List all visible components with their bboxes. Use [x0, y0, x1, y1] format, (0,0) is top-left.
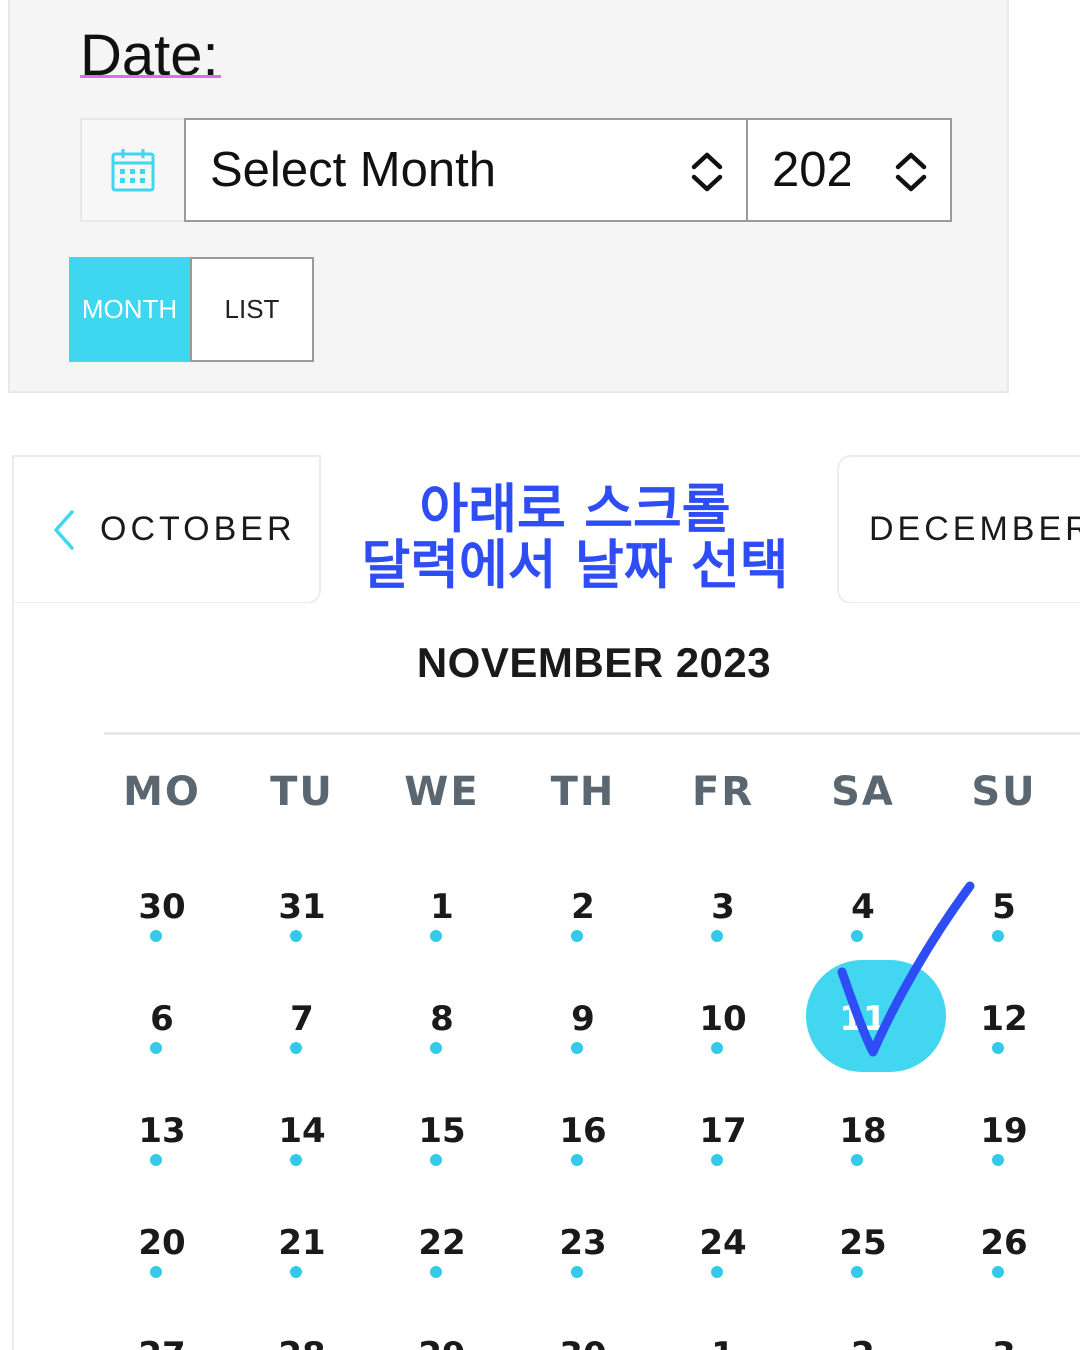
event-dot — [851, 1154, 863, 1166]
event-dot — [150, 930, 162, 942]
filter-panel: Date: Select Month 2023 — [8, 0, 1009, 393]
calendar-divider — [104, 732, 1080, 735]
calendar-day[interactable]: 13 — [107, 1111, 217, 1151]
month-select-value: Select Month — [210, 143, 496, 197]
calendar-day[interactable]: 3 — [668, 887, 778, 927]
event-dot — [711, 1266, 723, 1278]
event-dot — [711, 1154, 723, 1166]
calendar-day[interactable]: 21 — [247, 1223, 357, 1263]
calendar-day[interactable]: 14 — [247, 1111, 357, 1151]
next-month-button[interactable]: DECEMBER — [837, 455, 1080, 604]
calendar-day[interactable]: 26 — [949, 1223, 1059, 1263]
event-dot — [430, 1266, 442, 1278]
calendar-day[interactable]: 1 — [668, 1335, 778, 1350]
chevron-left-icon — [54, 509, 74, 550]
event-dot — [430, 1154, 442, 1166]
calendar-day[interactable]: 4 — [808, 887, 918, 927]
event-dot — [571, 930, 583, 942]
event-dot — [992, 1266, 1004, 1278]
calendar-day[interactable]: 28 — [247, 1335, 357, 1350]
view-toggle: MONTH LIST — [69, 257, 314, 362]
calendar-icon[interactable] — [80, 118, 184, 222]
calendar-day[interactable]: 18 — [808, 1111, 918, 1151]
event-dot — [290, 1042, 302, 1054]
calendar-day[interactable]: 2 — [528, 887, 638, 927]
annotation-line-1: 아래로 스크롤 — [419, 479, 731, 540]
calendar-day[interactable]: 31 — [247, 887, 357, 927]
month-select[interactable]: Select Month — [184, 118, 748, 222]
weekday-header: FR — [691, 769, 755, 815]
up-down-chevron-icon — [691, 152, 723, 192]
calendar-day[interactable]: 19 — [949, 1111, 1059, 1151]
year-select[interactable]: 2023 — [748, 118, 952, 222]
calendar-day[interactable]: 6 — [107, 999, 217, 1039]
scroll-instruction-annotation: 아래로 스크롤 달력에서 날짜 선택 — [340, 482, 810, 594]
month-view-button[interactable]: MONTH — [69, 257, 190, 362]
event-dot — [851, 930, 863, 942]
event-dot — [290, 1154, 302, 1166]
event-dot — [430, 930, 442, 942]
event-dot — [150, 1266, 162, 1278]
weekday-header: WE — [404, 769, 480, 815]
calendar-day[interactable]: 10 — [668, 999, 778, 1039]
next-month-label: DECEMBER — [869, 510, 1080, 548]
annotation-line-2: 달력에서 날짜 선택 — [361, 535, 789, 596]
spellcheck-underline — [80, 75, 221, 78]
event-dot — [571, 1266, 583, 1278]
calendar-day[interactable]: 22 — [387, 1223, 497, 1263]
calendar-day[interactable]: 24 — [668, 1223, 778, 1263]
weekday-header: TU — [270, 769, 334, 815]
previous-month-button[interactable]: OCTOBER — [12, 455, 321, 604]
calendar-day[interactable]: 30 — [107, 887, 217, 927]
year-select-value: 2023 — [772, 143, 850, 197]
event-dot — [992, 1154, 1004, 1166]
up-down-chevron-icon — [895, 152, 927, 192]
event-dot — [851, 1266, 863, 1278]
calendar-day[interactable]: 5 — [949, 887, 1059, 927]
weekday-header: SA — [831, 769, 895, 815]
calendar-day[interactable]: 3 — [949, 1335, 1059, 1350]
event-dot — [571, 1154, 583, 1166]
calendar-day[interactable]: 1 — [387, 887, 497, 927]
event-dot — [150, 1042, 162, 1054]
list-view-button[interactable]: LIST — [190, 257, 314, 362]
calendar-day[interactable]: 15 — [387, 1111, 497, 1151]
calendar-day[interactable]: 12 — [949, 999, 1059, 1039]
event-dot — [290, 1266, 302, 1278]
calendar-day[interactable]: 27 — [107, 1335, 217, 1350]
month-calendar: NOVEMBER 2023 MO TU WE TH FR SA SU 30 31 1 2 3 4 5 6 7 8… — [12, 603, 1080, 1350]
calendar-day[interactable]: 30 — [528, 1335, 638, 1350]
event-dot — [571, 1042, 583, 1054]
calendar-day[interactable]: 9 — [528, 999, 638, 1039]
calendar-day[interactable]: 29 — [387, 1335, 497, 1350]
date-picker-row: Select Month 2023 — [80, 118, 952, 222]
event-dot — [430, 1042, 442, 1054]
event-dot — [150, 1154, 162, 1166]
calendar-day[interactable]: 8 — [387, 999, 497, 1039]
calendar-day[interactable]: 16 — [528, 1111, 638, 1151]
date-label: Date: — [80, 23, 219, 88]
event-dot — [711, 930, 723, 942]
event-dot — [290, 930, 302, 942]
event-dot — [992, 930, 1004, 942]
calendar-day[interactable]: 17 — [668, 1111, 778, 1151]
event-dot — [992, 1042, 1004, 1054]
calendar-day[interactable]: 23 — [528, 1223, 638, 1263]
event-dot — [711, 1042, 723, 1054]
calendar-day[interactable]: 20 — [107, 1223, 217, 1263]
weekday-header: TH — [550, 769, 616, 815]
calendar-title: NOVEMBER 2023 — [416, 639, 772, 686]
calendar-day[interactable]: 2 — [808, 1335, 918, 1350]
weekday-header: SU — [971, 769, 1037, 815]
selected-calendar-day[interactable]: 11 — [808, 999, 918, 1039]
calendar-day[interactable]: 25 — [808, 1223, 918, 1263]
previous-month-label: OCTOBER — [100, 510, 296, 548]
calendar-day[interactable]: 7 — [247, 999, 357, 1039]
weekday-header: MO — [123, 769, 201, 815]
